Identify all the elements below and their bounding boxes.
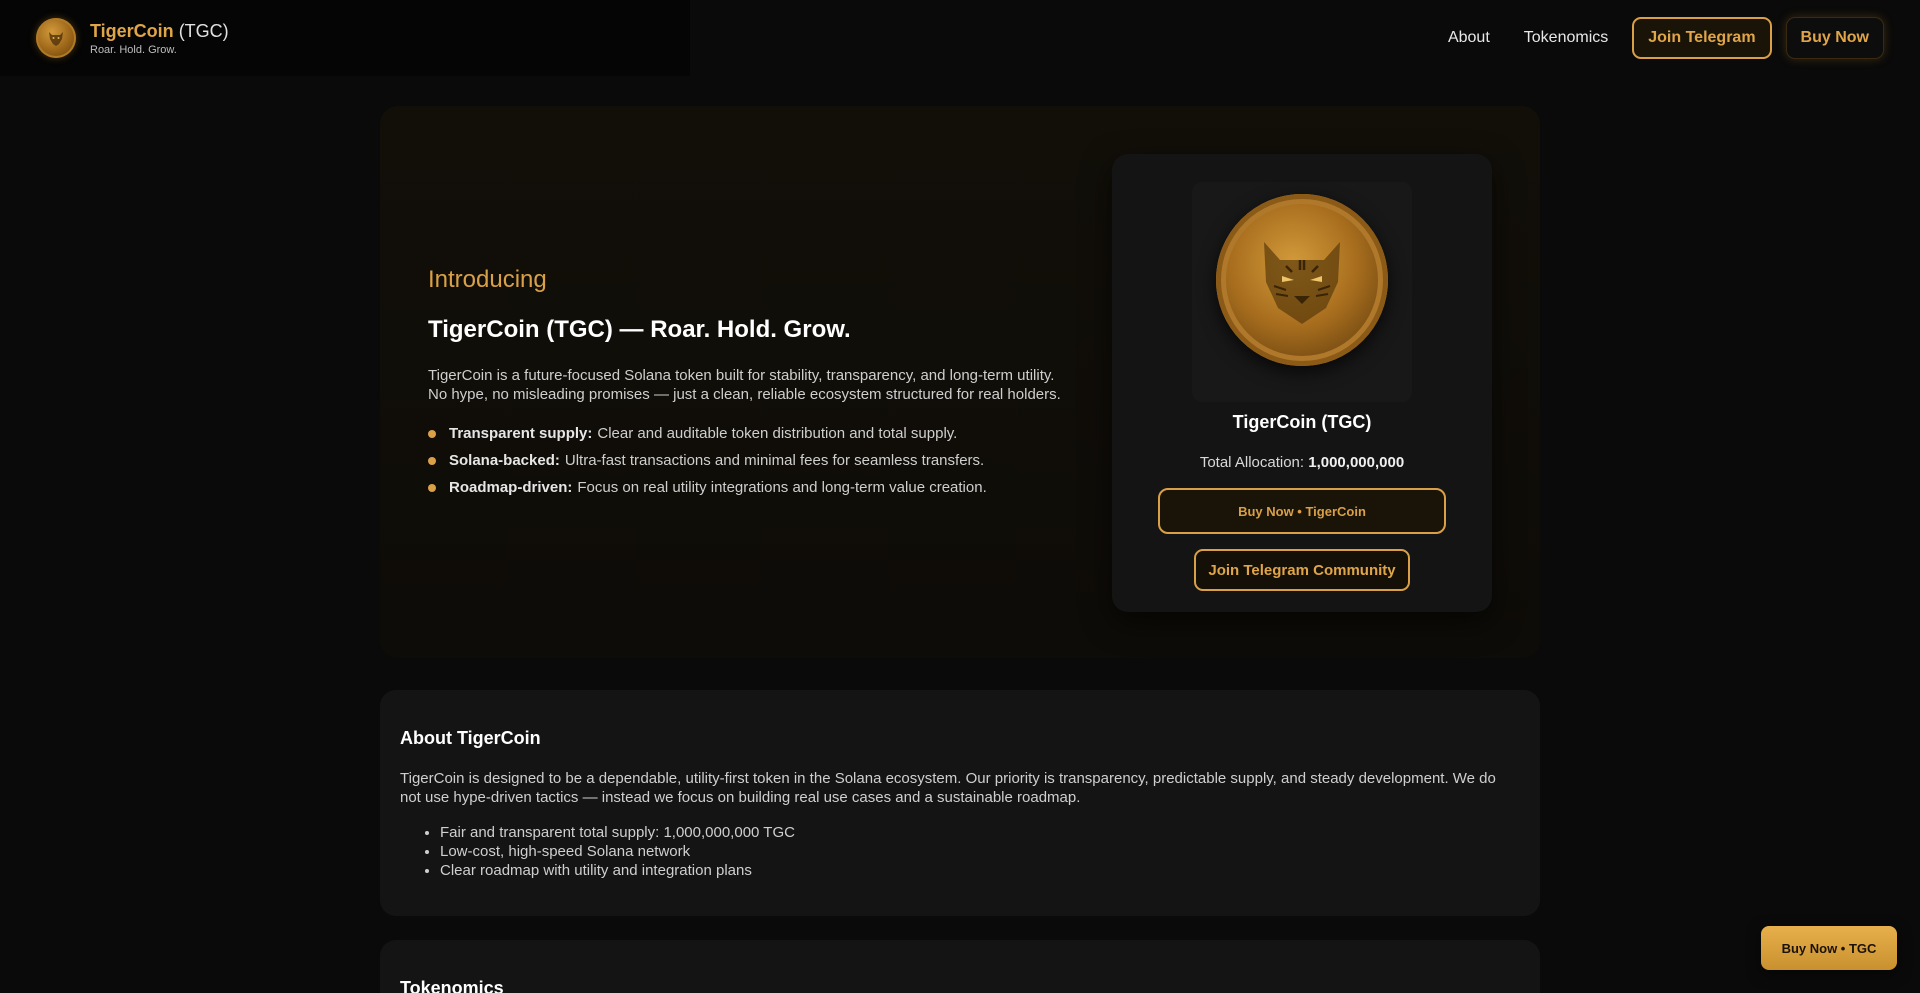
buy-now-button[interactable]: Buy Now	[1785, 17, 1884, 59]
feature-text: Focus on real utility integrations and l…	[577, 479, 987, 496]
about-list: Fair and transparent total supply: 1,000…	[400, 823, 1520, 880]
brand-title: TigerCoin (TGC)	[90, 21, 229, 42]
about-section: About TigerCoin TigerCoin is designed to…	[380, 690, 1540, 916]
hero-title: TigerCoin (TGC) — Roar. Hold. Grow.	[428, 316, 851, 343]
floating-buy-button[interactable]: Buy Now • TGC	[1761, 926, 1897, 970]
about-title: About TigerCoin	[400, 728, 541, 748]
hero-eyebrow: Introducing	[428, 266, 547, 293]
feature-item: Transparent supply: Clear and auditable t…	[428, 420, 1068, 447]
feature-title: Transparent supply:	[449, 425, 593, 442]
hero-section: Introducing TigerCoin (TGC) — Roar. Hold…	[380, 106, 1540, 658]
feature-title: Roadmap-driven:	[449, 479, 573, 496]
brand-name: TigerCoin	[90, 20, 174, 41]
token-card: TigerCoin (TGC) Total Allocation: 1,000,…	[1112, 154, 1492, 612]
nav-link-tokenomics[interactable]: Tokenomics	[1514, 29, 1618, 47]
bullet-dot-icon	[428, 483, 436, 492]
card-buy-button[interactable]: Buy Now • TigerCoin	[1158, 488, 1446, 534]
feature-title: Solana-backed:	[449, 452, 560, 469]
brand[interactable]: TigerCoin (TGC) Roar. Hold. Grow.	[36, 18, 229, 58]
brand-text: TigerCoin (TGC) Roar. Hold. Grow.	[90, 21, 229, 56]
hero-content: Introducing TigerCoin (TGC) — Roar. Hold…	[428, 266, 1068, 501]
list-item: Fair and transparent total supply: 1,000…	[440, 823, 1520, 842]
list-item: Low-cost, high-speed Solana network	[440, 842, 1520, 861]
tiger-coin-logo-icon	[36, 18, 76, 58]
card-title: TigerCoin (TGC)	[1232, 412, 1372, 432]
nav-link-about[interactable]: About	[1438, 29, 1500, 47]
bullet-dot-icon	[428, 429, 436, 438]
feature-text: Clear and auditable token distribution a…	[597, 425, 958, 442]
feature-item: Solana-backed: Ultra-fast transactions an…	[428, 447, 1068, 474]
allocation-label: Total Allocation:	[1199, 454, 1305, 471]
hero-description: TigerCoin is a future-focused Solana tok…	[428, 367, 1061, 403]
total-allocation: Total Allocation: 1,000,000,000	[1112, 454, 1492, 471]
tokenomics-section: Tokenomics	[380, 940, 1540, 993]
join-telegram-button[interactable]: Join Telegram	[1632, 17, 1772, 59]
bullet-dot-icon	[428, 456, 436, 465]
feature-text: Ultra-fast transactions and minimal fees…	[564, 452, 985, 469]
brand-ticker: (TGC)	[178, 20, 229, 41]
main-nav: About Tokenomics Join Telegram Buy Now	[1438, 17, 1884, 59]
brand-tagline: Roar. Hold. Grow.	[90, 43, 177, 56]
card-telegram-button[interactable]: Join Telegram Community	[1194, 549, 1410, 591]
feature-item: Roadmap-driven: Focus on real utility int…	[428, 474, 1068, 501]
about-description: TigerCoin is designed to be a dependable…	[400, 770, 1496, 806]
tokenomics-title: Tokenomics	[400, 978, 504, 993]
allocation-value: 1,000,000,000	[1308, 454, 1405, 471]
site-header: TigerCoin (TGC) Roar. Hold. Grow. About …	[0, 0, 1920, 76]
list-item: Clear roadmap with utility and integrati…	[440, 861, 1520, 880]
feature-list: Transparent supply: Clear and auditable t…	[428, 420, 1068, 501]
tiger-coin-icon	[1216, 194, 1388, 366]
